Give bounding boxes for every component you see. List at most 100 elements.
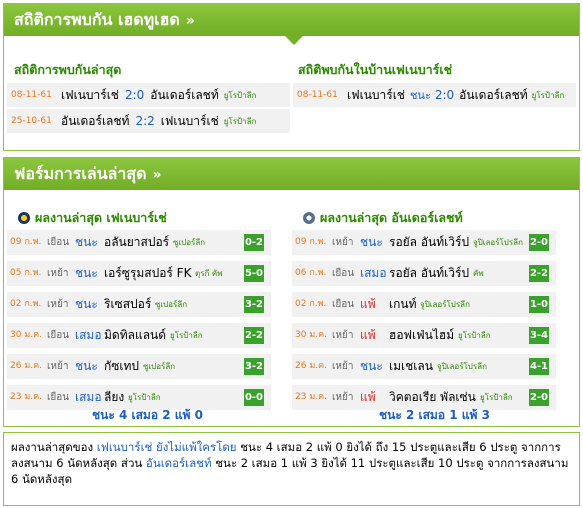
opponent-team: รอยัล อันท์เวิร์ป xyxy=(389,266,470,280)
match-date: 23 ม.ค. xyxy=(10,392,42,402)
anderlecht-crest-icon xyxy=(303,212,315,224)
analysis-note: ผลงานล่าสุดของ เฟเนบาร์เช่ ยังไม่แพ้ใครโ… xyxy=(3,432,580,506)
competition: ยูโรป้าลีก xyxy=(458,331,491,340)
form-row[interactable]: 26 ม.ค. เหย้า ชนะ กัซเทป ซูเปอร์ลีก 3-2 xyxy=(7,354,271,379)
opponent-team: รอยัล อันท์เวิร์ป xyxy=(389,235,470,249)
match-result: ชนะ xyxy=(409,89,431,102)
h2h-home-title: สถิติพบกันในบ้านเฟเนบาร์เช่ xyxy=(298,62,453,77)
score-badge: 2-0 xyxy=(529,234,549,251)
chevron-right-icon: » xyxy=(152,167,162,183)
left-form-title: ผลงานล่าสุด เฟเนบาร์เช่ xyxy=(18,208,167,228)
form-row[interactable]: 02 ก.พ. เหย้า ชนะ ริเซสปอร์ ซูเปอร์ลีก 3-2 xyxy=(7,292,271,317)
form-row[interactable]: 09 ก.พ. เยือน ชนะ อลันยาสปอร์ ซูเปอร์ลีก 0-2 xyxy=(7,230,271,255)
score-badge: 3-4 xyxy=(529,327,549,344)
home-team: เฟเนบาร์เช่ xyxy=(61,87,119,102)
form-row[interactable]: 30 ม.ค. เยือน เสมอ มิดทิลแลนด์ ยูโรป้าลีก 2-2 xyxy=(7,323,271,348)
match-date: 08-11-61 xyxy=(297,90,338,100)
away-team: อันเดอร์เลชท์ xyxy=(459,87,528,102)
h2h-latest-row[interactable]: 25-10-61 อันเดอร์เลชท์ 2:2 เฟเนบาร์เช่ ย… xyxy=(7,109,290,133)
opponent-team: เอร์ซูรุมสปอร์ FK xyxy=(104,266,192,280)
match-result: ชนะ xyxy=(360,359,383,373)
form-panel: ฟอร์มการเล่นล่าสุด » ผลงานล่าสุด เฟเนบาร์… xyxy=(3,157,580,427)
h2h-title: สถิติการพบกัน เฮดทูเฮด xyxy=(14,10,180,29)
match-date: 26 ม.ค. xyxy=(10,361,42,371)
form-row[interactable]: 30 ม.ค. เหย้า แพ้ ฮอฟเฟ่นไฮม์ ยูโรป้าลีก 3-4 xyxy=(292,323,556,348)
competition: ยูโรป้าลีก xyxy=(223,116,257,126)
score-badge: 0-0 xyxy=(244,389,264,406)
home-away: เหย้า xyxy=(332,392,354,403)
match-date: 08-11-61 xyxy=(11,90,52,100)
fenerbahce-crest-icon xyxy=(18,212,30,224)
score-badge: 1-0 xyxy=(529,296,549,313)
match-date: 02 ก.พ. xyxy=(295,299,327,309)
home-team: เฟเนบาร์เช่ xyxy=(347,87,405,102)
home-away: เยือน xyxy=(47,330,70,341)
score-badge: 3-2 xyxy=(244,296,264,313)
home-team: อันเดอร์เลชท์ xyxy=(61,113,130,128)
match-result: ชนะ xyxy=(360,235,383,249)
score-badge: 2-2 xyxy=(529,265,549,282)
h2h-latest-title: สถิติการพบกันล่าสุด xyxy=(14,62,122,77)
away-team: เฟเนบาร์เช่ xyxy=(160,113,219,128)
note-team-fenerbahce[interactable]: เฟเนบาร์เช่ ยังไม่แพ้ใครโดย xyxy=(97,440,237,454)
right-form-summary: ชนะ 2 เสมอ 1 แพ้ 3 xyxy=(379,408,490,422)
header-notch xyxy=(285,36,303,45)
form-header: ฟอร์มการเล่นล่าสุด » xyxy=(4,158,579,190)
form-title: ฟอร์มการเล่นล่าสุด xyxy=(14,164,147,183)
h2h-panel: สถิติการพบกัน เฮดทูเฮด » สถิติการพบกันล่า… xyxy=(3,3,580,151)
h2h-header: สถิติการพบกัน เฮดทูเฮด » xyxy=(4,4,579,45)
chevron-right-icon: » xyxy=(185,13,195,29)
home-away: เยือน xyxy=(47,392,70,403)
home-away: เหย้า xyxy=(47,268,69,279)
home-away: เยือน xyxy=(332,268,355,279)
match-score: 2:2 xyxy=(135,114,155,128)
form-row[interactable]: 06 ก.พ. เยือน เสมอ รอยัล อันท์เวิร์ป คัพ 2-2 xyxy=(292,261,556,286)
competition: จูปิเลอร์โปรลีก xyxy=(473,238,523,247)
competition: ยูโรป้าลีก xyxy=(170,331,203,340)
match-result: เสมอ xyxy=(360,266,387,280)
score-badge: 2-2 xyxy=(244,327,264,344)
match-result: ชนะ xyxy=(75,297,98,311)
competition: ยูโรป้าลีก xyxy=(531,90,565,100)
competition: ยูโรป้าลีก xyxy=(223,90,257,100)
opponent-team: กัซเทป xyxy=(104,359,140,373)
match-date: 30 ม.ค. xyxy=(295,330,327,340)
match-result: แพ้ xyxy=(360,297,376,311)
form-row[interactable]: 05 ก.พ. เหย้า ชนะ เอร์ซูรุมสปอร์ FK ตุรกี คั… xyxy=(7,261,271,286)
home-away: เหย้า xyxy=(332,237,354,248)
match-date: 23 ม.ค. xyxy=(295,392,327,402)
form-row[interactable]: 02 ก.พ. เยือน แพ้ เกนท์ จูปิเลอร์โปรลีก 1-0 xyxy=(292,292,556,317)
right-form-title: ผลงานล่าสุด อันเดอร์เลชท์ xyxy=(303,208,463,228)
form-row[interactable]: 26 ม.ค. เหย้า ชนะ เมเชเลน จูปิเลอร์โปรลีก 4-1 xyxy=(292,354,556,379)
match-date: 09 ก.พ. xyxy=(10,237,42,247)
match-result: ชนะ xyxy=(75,235,98,249)
h2h-home-row[interactable]: 08-11-61 เฟเนบาร์เช่ ชนะ 2:0 อันเดอร์เลช… xyxy=(293,83,576,107)
competition: ตุรกี คัพ xyxy=(195,269,223,278)
opponent-team: เกนท์ xyxy=(389,297,417,311)
competition: จูปิเลอร์โปรลีก xyxy=(437,362,487,371)
match-date: 09 ก.พ. xyxy=(295,237,327,247)
match-date: 02 ก.พ. xyxy=(10,299,42,309)
match-date: 05 ก.พ. xyxy=(10,268,42,278)
h2h-latest-row[interactable]: 08-11-61 เฟเนบาร์เช่ 2:0 อันเดอร์เลชท์ ย… xyxy=(7,83,290,107)
note-team-anderlecht[interactable]: อันเดอร์เลชท์ xyxy=(146,456,212,470)
match-date: 30 ม.ค. xyxy=(10,330,42,340)
note-text: ผลงานล่าสุดของ xyxy=(11,440,97,454)
score-badge: 3-2 xyxy=(244,358,264,375)
score-badge: 4-1 xyxy=(529,358,549,375)
home-away: เหย้า xyxy=(332,361,354,372)
match-result: แพ้ xyxy=(360,328,376,342)
opponent-team: ริเซสปอร์ xyxy=(104,297,152,311)
match-score: 2:0 xyxy=(124,88,145,102)
opponent-team: อลันยาสปอร์ xyxy=(104,235,170,249)
competition: คัพ xyxy=(473,269,484,278)
away-team: อันเดอร์เลชท์ xyxy=(150,87,219,102)
score-badge: 2-0 xyxy=(529,389,549,406)
score-badge: 5-0 xyxy=(244,265,264,282)
form-row[interactable]: 09 ก.พ. เหย้า ชนะ รอยัล อันท์เวิร์ป จูปิเลอร… xyxy=(292,230,556,255)
left-form-summary: ชนะ 4 เสมอ 2 แพ้ 0 xyxy=(92,408,203,422)
home-away: เหย้า xyxy=(47,299,69,310)
opponent-team: ฮอฟเฟ่นไฮม์ xyxy=(389,328,455,342)
opponent-team: มิดทิลแลนด์ xyxy=(104,328,167,342)
match-result: ชนะ xyxy=(75,266,98,280)
